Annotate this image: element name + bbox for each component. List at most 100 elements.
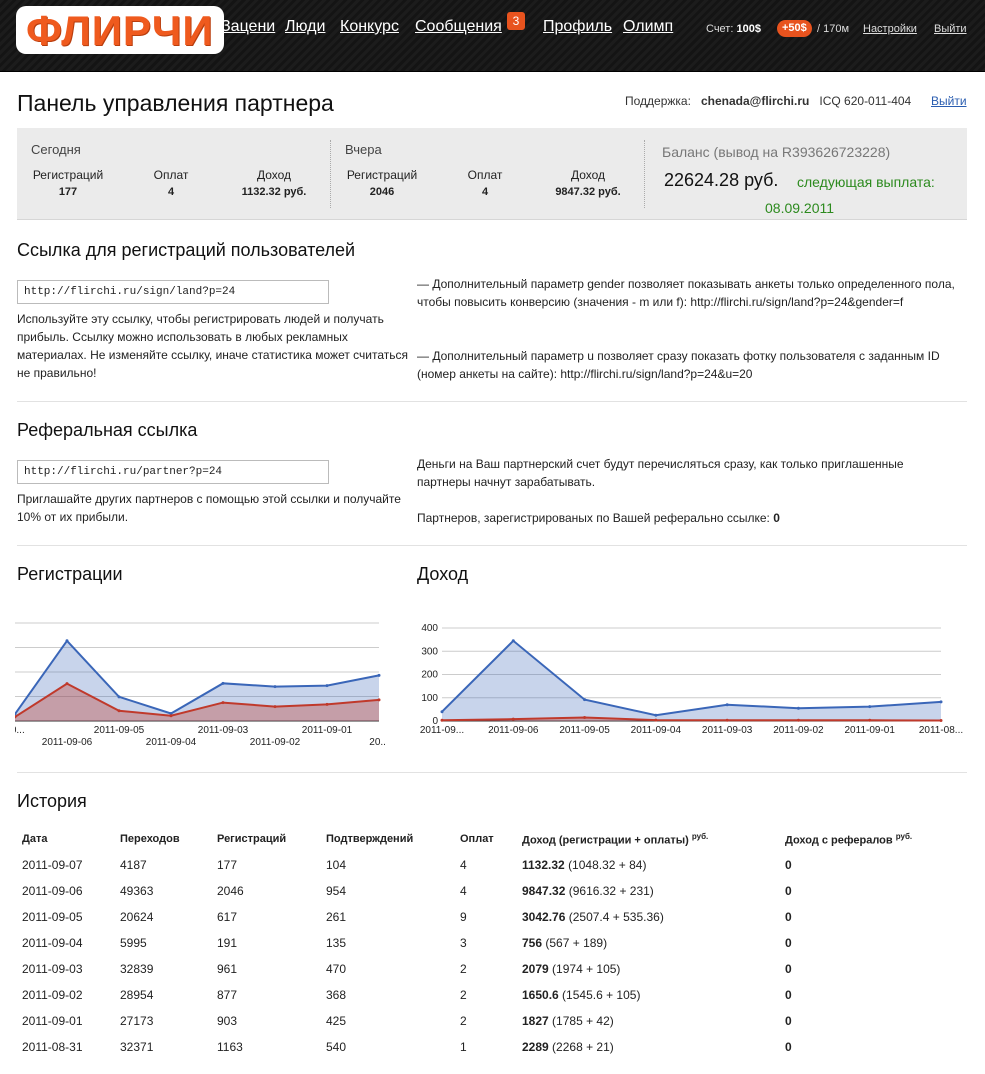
row-confirm: 425	[326, 1014, 347, 1028]
row-confirm: 135	[326, 936, 347, 950]
row-income-detail: (1785 + 42)	[552, 1014, 614, 1028]
col-pays: Оплат	[460, 833, 494, 845]
y-tick-label: 200	[421, 670, 438, 681]
row-ref-income-value: 0	[785, 910, 792, 924]
row-ref-income-value: 0	[785, 936, 792, 950]
y-tick-label: 400	[421, 623, 438, 634]
row-date: 2011-09-07	[22, 858, 83, 872]
row-clicks: 32371	[120, 1040, 154, 1054]
settings-link[interactable]: Настройки	[863, 23, 917, 35]
ref-payment-note: Деньги на Ваш партнерский счет будут пер…	[417, 457, 904, 489]
row-regs: 617	[217, 910, 238, 924]
nav-olymp[interactable]: Олимп	[623, 18, 673, 36]
data-point	[377, 698, 381, 702]
row-ref-income: 0	[780, 956, 917, 982]
row-regs: 177	[217, 858, 238, 872]
currency-sup: руб.	[691, 831, 709, 841]
nav-messages[interactable]: Сообщения	[415, 18, 502, 36]
row-income-total: 9847.32	[522, 884, 566, 898]
account-limit: / 170м	[817, 23, 850, 35]
row-clicks: 49363	[120, 884, 154, 898]
row-income: 1650.6 (1545.6 + 105)	[517, 982, 780, 1008]
x-tick-label: 2011-09-06	[42, 737, 93, 748]
registrations-chart-title: Регистрации	[17, 564, 123, 584]
row-income-total: 2289	[522, 1040, 549, 1054]
nav-contest[interactable]: Конкурс	[340, 18, 399, 36]
row-pays: 3	[460, 936, 467, 950]
nav-rate[interactable]: Зацени	[221, 18, 275, 36]
row-ref-income-value: 0	[785, 858, 792, 872]
row-clicks: 5995	[120, 936, 147, 950]
row-date: 2011-09-06	[22, 884, 83, 898]
data-point	[221, 701, 225, 705]
row-income: 3042.76 (2507.4 + 535.36)	[517, 904, 780, 930]
col-income: Доход (регистрации + оплаты) руб.	[517, 826, 780, 852]
row-date: 2011-09-04	[22, 936, 83, 950]
row-regs: 2046	[217, 884, 244, 898]
x-tick-label: 2011-09-06	[488, 725, 539, 736]
income-chart: 01002003004002011-09... 2011-09-06 2011-09…	[420, 623, 963, 736]
row-regs: 1163	[217, 1040, 243, 1054]
row-regs: 877	[217, 988, 238, 1002]
data-point	[939, 719, 943, 723]
bonus-badge[interactable]: +50$	[777, 20, 812, 37]
row-income-detail: (2268 + 21)	[552, 1040, 614, 1054]
site-logo[interactable]: ФЛИРЧИ	[16, 6, 224, 54]
row-income-detail: (9616.32 + 231)	[568, 884, 654, 898]
row-clicks: 4187	[120, 858, 147, 872]
row-pays: 2	[460, 1014, 467, 1028]
ref-partners-count: Партнеров, зарегистрированых по Вашей ре…	[417, 509, 957, 527]
row-ref-income: 0	[780, 982, 917, 1008]
messages-badge[interactable]: 3	[507, 12, 525, 30]
row-regs: 961	[217, 962, 238, 976]
x-tick-label: 2011-09-01	[845, 725, 896, 736]
row-ref-income: 0	[780, 930, 917, 956]
row-date: 2011-08-31	[22, 1040, 83, 1054]
today-title: Сегодня	[31, 142, 81, 157]
y-tick-label: 300	[421, 646, 438, 657]
next-payment-label: следующая выплата:	[797, 174, 935, 190]
ref-partners-label: Партнеров, зарегистрированых по Вашей ре…	[417, 511, 770, 525]
logout-top-link[interactable]: Выйти	[934, 23, 967, 35]
page-title: Панель управления партнера	[17, 90, 334, 116]
data-point	[117, 709, 121, 713]
data-point	[273, 685, 277, 689]
row-ref-income-value: 0	[785, 988, 792, 1002]
col-ref-income-label: Доход с рефералов	[785, 834, 893, 847]
account-balance: Счет: 100$	[706, 23, 761, 35]
table-row: 2011-08-31 32371 1163 540 1 2289 (2268 + 21) 0	[17, 1034, 917, 1060]
col-clicks: Переходов	[120, 833, 180, 845]
row-confirm: 104	[326, 858, 347, 872]
reg-link-input[interactable]	[17, 280, 329, 304]
ref-link-input[interactable]	[17, 460, 329, 484]
table-row: 2011-09-06 49363 2046 954 4 9847.32 (9616.32 …	[17, 878, 917, 904]
x-tick-label: 2011-09-04	[631, 725, 682, 736]
logout-link[interactable]: Выйти	[931, 94, 967, 108]
row-pays: 9	[460, 910, 467, 924]
data-point	[725, 718, 729, 722]
support-info: Поддержка: chenada@flirchi.ru ICQ 620-01…	[625, 94, 911, 108]
today-income-label: Доход	[256, 168, 292, 182]
row-clicks: 20624	[120, 910, 154, 924]
row-ref-income-value: 0	[785, 1040, 792, 1054]
table-row: 2011-09-02 28954 877 368 2 1650.6 (1545.6 + 1…	[17, 982, 917, 1008]
row-income-detail: (2507.4 + 535.36)	[568, 910, 664, 924]
yesterday-income-value: 9847.32 руб.	[555, 186, 621, 198]
data-point	[221, 681, 225, 685]
data-point	[325, 684, 329, 688]
col-confirm: Подтверждений	[326, 833, 414, 845]
row-income: 1827 (1785 + 42)	[517, 1008, 780, 1034]
x-tick-label: 2011-09-05	[559, 725, 610, 736]
row-pays: 1	[460, 1040, 467, 1054]
divider	[17, 401, 967, 402]
data-point	[796, 706, 800, 710]
row-ref-income: 0	[780, 1008, 917, 1034]
col-income-label: Доход (регистрации + оплаты)	[522, 834, 689, 847]
col-regs: Регистраций	[217, 833, 287, 845]
data-point	[725, 703, 729, 707]
nav-profile[interactable]: Профиль	[543, 18, 612, 36]
row-pays: 4	[460, 858, 467, 872]
nav-people[interactable]: Люди	[285, 18, 325, 36]
row-ref-income-value: 0	[785, 1014, 792, 1028]
data-point	[440, 710, 444, 714]
